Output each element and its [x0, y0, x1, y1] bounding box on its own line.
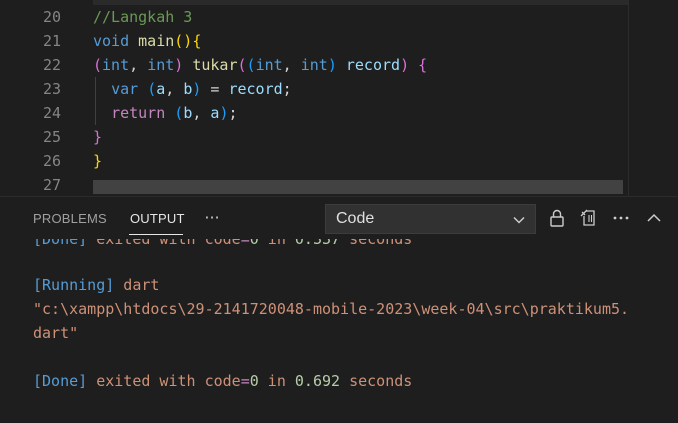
output-number: 0: [249, 239, 259, 248]
code-bracket: (: [147, 80, 157, 98]
code-bracket: ): [327, 56, 337, 74]
tab-output[interactable]: OUTPUT: [130, 209, 185, 229]
code-editor[interactable]: 20 21 22 23 24 25 26 27 //Langkah 3 void…: [0, 0, 678, 196]
code-type: int: [102, 56, 130, 74]
active-tab-indicator: [129, 234, 183, 235]
code-function: tukar: [192, 56, 238, 74]
code-line-22: (int, int) tukar((int, int) record) {: [93, 53, 427, 77]
bottom-panel: PROBLEMS OUTPUT ··· Code [Done] exited w…: [0, 197, 678, 423]
output-text: seconds: [340, 372, 413, 390]
code-punct: ,: [282, 56, 301, 74]
code-keyword: var: [111, 80, 139, 98]
output-text: dart: [114, 276, 160, 294]
output-text: seconds: [340, 239, 413, 248]
indent-guide: [95, 77, 96, 125]
output-text: exited with: [87, 239, 205, 248]
code-type: int: [300, 56, 328, 74]
tab-problems[interactable]: PROBLEMS: [33, 209, 107, 229]
line-number: 20: [42, 8, 61, 26]
more-icon[interactable]: ···: [201, 207, 223, 229]
vscode-window: 20 21 22 23 24 25 26 27 //Langkah 3 void…: [0, 0, 678, 423]
output-log[interactable]: [Done] exited with code=0 in 0.337 secon…: [0, 239, 678, 423]
code-keyword: void: [93, 32, 130, 50]
output-channel-value: Code: [336, 210, 375, 227]
code-line-20: //Langkah 3: [93, 5, 192, 29]
output-line: dart": [33, 322, 78, 344]
code-operator: =: [201, 80, 229, 98]
code-variable: b: [183, 104, 193, 122]
chevron-up-icon[interactable]: [643, 207, 665, 229]
code-bracket: (: [237, 56, 247, 74]
output-text: code: [204, 372, 241, 390]
line-number: 27: [42, 176, 61, 194]
code-punct: ;: [282, 80, 292, 98]
lock-icon[interactable]: [546, 207, 568, 229]
code-bracket: }: [93, 152, 103, 170]
output-status-tag: [Done]: [33, 372, 88, 390]
code-bracket: (): [174, 32, 193, 50]
code-variable: b: [183, 80, 193, 98]
code-variable: a: [156, 80, 166, 98]
code-variable: record: [345, 56, 401, 74]
output-path: dart": [33, 324, 79, 342]
code-bracket: }: [93, 128, 103, 146]
code-line-21: void main(){: [93, 29, 201, 53]
code-area[interactable]: //Langkah 3 void main(){ (int, int) tuka…: [93, 0, 623, 196]
line-number: 25: [42, 128, 61, 146]
line-number: 23: [42, 80, 61, 98]
code-bracket: {: [192, 32, 202, 50]
output-status-tag: [Done]: [33, 239, 88, 248]
code-type: int: [255, 56, 283, 74]
line-number: 21: [42, 32, 61, 50]
code-bracket: {: [418, 56, 428, 74]
code-line-25: }: [93, 125, 102, 149]
output-line: "c:\xampp\htdocs\29-2141720048-mobile-20…: [33, 298, 629, 320]
output-status-tag: [Running]: [33, 276, 115, 294]
line-number: 22: [42, 56, 61, 74]
horizontal-scrollbar[interactable]: [93, 180, 623, 194]
code-line-26: }: [93, 149, 102, 173]
output-number: 0: [249, 372, 259, 390]
more-actions-icon[interactable]: [610, 207, 632, 229]
code-punct: ;: [228, 104, 238, 122]
code-bracket: ): [174, 56, 184, 74]
code-punct: ,: [129, 56, 148, 74]
output-number: 0.337: [294, 239, 341, 248]
line-number: 26: [42, 152, 61, 170]
output-text: in: [258, 239, 295, 248]
code-bracket: (: [246, 56, 256, 74]
code-type: int: [147, 56, 175, 74]
line-number: 24: [42, 104, 61, 122]
code-punct: ,: [192, 104, 211, 122]
code-bracket: ): [400, 56, 410, 74]
output-line: [Done] exited with code=0 in 0.692 secon…: [33, 370, 412, 392]
code-line-23: var (a, b) = record;: [93, 77, 292, 101]
output-text: exited with: [87, 372, 205, 390]
code-comment: //Langkah 3: [93, 8, 193, 26]
code-bracket: (: [174, 104, 184, 122]
panel-tab-bar: PROBLEMS OUTPUT ··· Code: [0, 197, 678, 239]
output-line: [Running] dart: [33, 274, 159, 296]
code-bracket: (: [93, 56, 103, 74]
code-variable: record: [228, 80, 283, 98]
line-number-gutter: 20 21 22 23 24 25 26 27: [0, 0, 75, 196]
clear-output-icon[interactable]: [578, 207, 600, 229]
output-text: in: [258, 372, 295, 390]
chevron-down-icon: [512, 212, 526, 226]
output-number: 0.692: [294, 372, 341, 390]
output-operator: =: [240, 239, 250, 248]
output-path: "c:\xampp\htdocs\29-2141720048-mobile-20…: [33, 300, 630, 318]
output-operator: =: [240, 372, 250, 390]
code-function: main: [138, 32, 175, 50]
output-text: code: [204, 239, 241, 248]
code-punct: ,: [165, 80, 184, 98]
code-keyword: return: [111, 104, 166, 122]
code-line-24: return (b, a);: [93, 101, 238, 125]
vertical-scrollbar-track[interactable]: [628, 0, 629, 196]
output-line: [Done] exited with code=0 in 0.337 secon…: [33, 239, 412, 250]
output-channel-select[interactable]: Code: [325, 204, 536, 234]
